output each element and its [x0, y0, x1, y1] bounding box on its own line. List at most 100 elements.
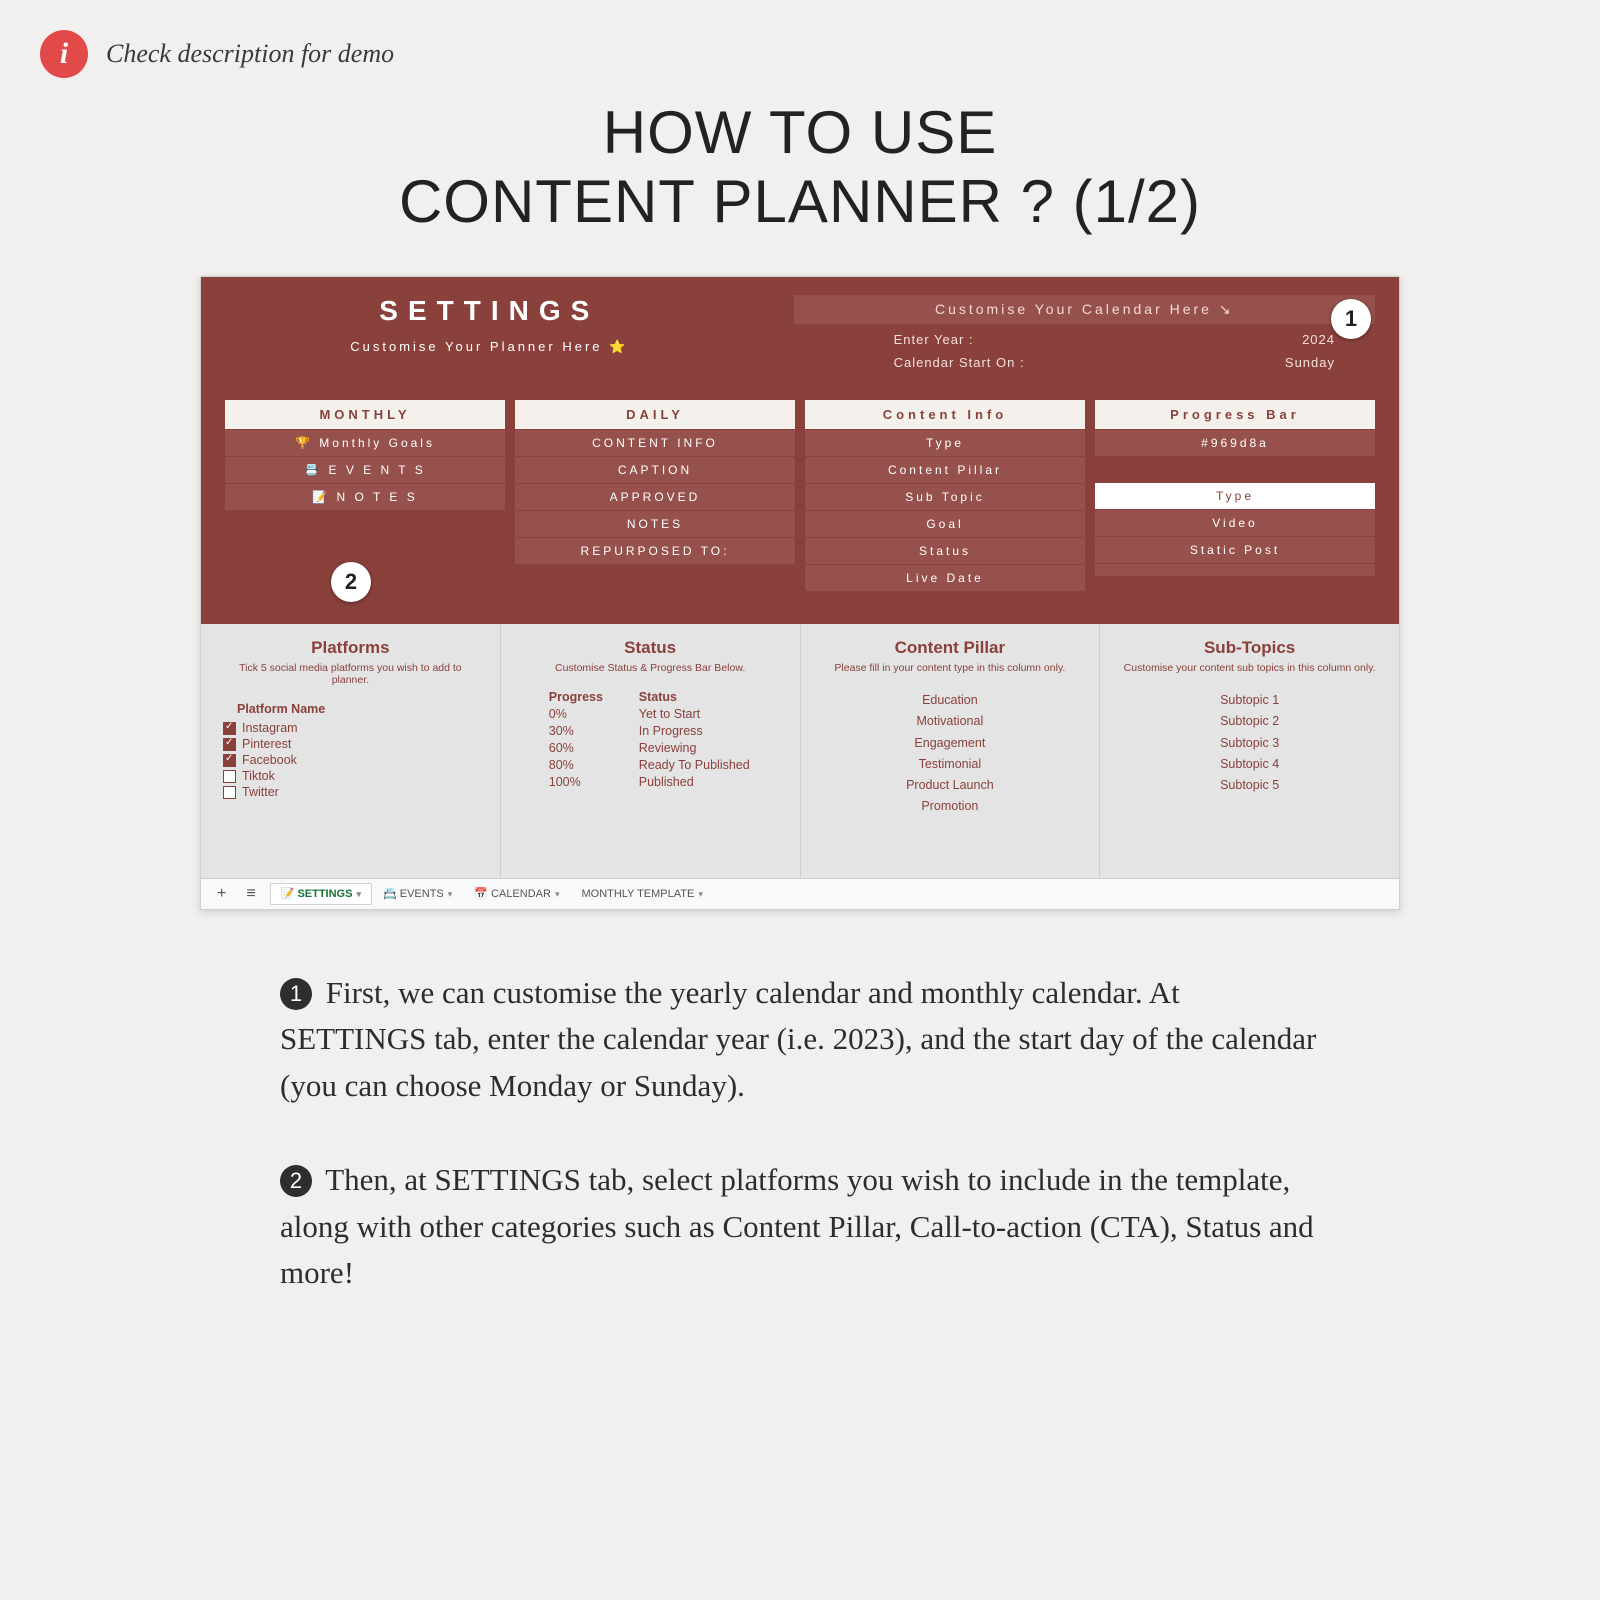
- spreadsheet-preview: SETTINGS Customise Your Planner Here ⭐ C…: [200, 276, 1400, 910]
- step-2-text: Then, at SETTINGS tab, select platforms …: [280, 1162, 1314, 1290]
- events-cell[interactable]: 📇 E V E N T S: [225, 457, 505, 484]
- info-icon: i: [40, 30, 88, 78]
- sheet-tab[interactable]: 📇 EVENTS▾: [372, 883, 463, 905]
- enter-year-label: Enter Year :: [894, 332, 974, 347]
- daily-repurposed[interactable]: REPURPOSED TO:: [515, 538, 795, 565]
- daily-approved[interactable]: APPROVED: [515, 484, 795, 511]
- checkbox-icon[interactable]: [223, 786, 236, 799]
- status-value: Published: [639, 775, 782, 789]
- platforms-column: Platforms Tick 5 social media platforms …: [201, 624, 501, 878]
- daily-caption[interactable]: CAPTION: [515, 457, 795, 484]
- pillar-item: Testimonial: [819, 754, 1082, 775]
- platform-row[interactable]: Pinterest: [223, 736, 482, 752]
- add-sheet-button[interactable]: +: [211, 885, 232, 903]
- calendar-year-row[interactable]: Enter Year : 2024: [794, 328, 1375, 351]
- pillar-item: Motivational: [819, 711, 1082, 732]
- status-value: Reviewing: [639, 741, 782, 755]
- platform-name: Instagram: [242, 721, 298, 735]
- chevron-down-icon: ▾: [448, 889, 453, 899]
- page-title: HOW TO USE CONTENT PLANNER ? (1/2): [40, 98, 1560, 236]
- checkbox-icon[interactable]: [223, 738, 236, 751]
- checkbox-icon[interactable]: [223, 770, 236, 783]
- content-pillar-column: Content Pillar Please fill in your conte…: [801, 624, 1101, 878]
- calendar-start-value: Sunday: [1285, 355, 1335, 370]
- subtopics-title: Sub-Topics: [1118, 638, 1381, 658]
- platform-name-head: Platform Name: [237, 702, 482, 716]
- status-value: Yet to Start: [639, 707, 782, 721]
- all-sheets-button[interactable]: ≡: [240, 885, 261, 903]
- platform-row[interactable]: Twitter: [223, 784, 482, 800]
- subtopic-item: Subtopic 5: [1118, 775, 1381, 796]
- chevron-down-icon: ▾: [356, 889, 361, 899]
- progress-col-head: Progress: [549, 690, 619, 704]
- lower-settings-grid: Platforms Tick 5 social media platforms …: [201, 624, 1399, 878]
- platforms-title: Platforms: [219, 638, 482, 658]
- daily-notes[interactable]: NOTES: [515, 511, 795, 538]
- progress-value: 0%: [549, 707, 619, 721]
- info-type[interactable]: Type: [805, 430, 1085, 457]
- calendar-start-row[interactable]: Calendar Start On : Sunday: [794, 351, 1375, 374]
- daily-content-info[interactable]: CONTENT INFO: [515, 430, 795, 457]
- progress-color-code[interactable]: #969d8a: [1095, 430, 1375, 457]
- pillar-item: Engagement: [819, 733, 1082, 754]
- pillar-item: Promotion: [819, 796, 1082, 817]
- status-sub: Customise Status & Progress Bar Below.: [519, 662, 782, 674]
- info-goal[interactable]: Goal: [805, 511, 1085, 538]
- subtopics-sub: Customise your content sub topics in thi…: [1118, 662, 1381, 674]
- monthly-goals-cell[interactable]: 🏆 Monthly Goals: [225, 430, 505, 457]
- calendar-customise-header: Customise Your Calendar Here ↘: [794, 295, 1375, 324]
- status-value: In Progress: [639, 724, 782, 738]
- sheet-tabs-bar: + ≡ 📝 SETTINGS▾📇 EVENTS▾📅 CALENDAR▾MONTH…: [201, 878, 1399, 909]
- sheet-header: SETTINGS Customise Your Planner Here ⭐ C…: [201, 277, 1399, 624]
- status-column: Status Customise Status & Progress Bar B…: [501, 624, 801, 878]
- progress-video[interactable]: Video: [1095, 510, 1375, 537]
- platform-name: Twitter: [242, 785, 279, 799]
- pillar-sub: Please fill in your content type in this…: [819, 662, 1082, 674]
- platforms-sub: Tick 5 social media platforms you wish t…: [219, 662, 482, 686]
- instructions: 1 First, we can customise the yearly cal…: [280, 970, 1320, 1297]
- progress-type-head: Type: [1095, 483, 1375, 510]
- platform-row[interactable]: Facebook: [223, 752, 482, 768]
- top-info-text: Check description for demo: [106, 39, 394, 69]
- subtopic-item: Subtopic 4: [1118, 754, 1381, 775]
- monthly-column: MONTHLY 🏆 Monthly Goals 📇 E V E N T S 📝 …: [225, 400, 505, 592]
- platform-name: Pinterest: [242, 737, 291, 751]
- checkbox-icon[interactable]: [223, 754, 236, 767]
- settings-subtitle: Customise Your Planner Here ⭐: [225, 339, 754, 355]
- pillar-item: Education: [819, 690, 1082, 711]
- pillar-item: Product Launch: [819, 775, 1082, 796]
- settings-columns: MONTHLY 🏆 Monthly Goals 📇 E V E N T S 📝 …: [225, 400, 1375, 592]
- instruction-step-2: 2 Then, at SETTINGS tab, select platform…: [280, 1157, 1320, 1297]
- subtopic-item: Subtopic 3: [1118, 733, 1381, 754]
- progress-value: 60%: [549, 741, 619, 755]
- platform-row[interactable]: Tiktok: [223, 768, 482, 784]
- sheet-tab[interactable]: MONTHLY TEMPLATE▾: [570, 883, 713, 905]
- daily-head: DAILY: [515, 400, 795, 430]
- callout-badge-2: 2: [331, 562, 371, 602]
- monthly-head: MONTHLY: [225, 400, 505, 430]
- chevron-down-icon: ▾: [555, 889, 560, 899]
- subtopics-column: Sub-Topics Customise your content sub to…: [1100, 624, 1399, 878]
- notes-cell[interactable]: 📝 N O T E S: [225, 484, 505, 511]
- platform-name: Tiktok: [242, 769, 275, 783]
- step-2-number: 2: [280, 1165, 312, 1197]
- progress-head: Progress Bar: [1095, 400, 1375, 430]
- progress-value: 30%: [549, 724, 619, 738]
- instruction-step-1: 1 First, we can customise the yearly cal…: [280, 970, 1320, 1110]
- platform-name: Facebook: [242, 753, 297, 767]
- progress-static[interactable]: Static Post: [1095, 537, 1375, 564]
- step-1-number: 1: [280, 978, 312, 1010]
- sheet-tab[interactable]: 📅 CALENDAR▾: [463, 883, 570, 905]
- platform-row[interactable]: Instagram: [223, 720, 482, 736]
- progress-value: 80%: [549, 758, 619, 772]
- progress-column: Progress Bar #969d8a Type Video Static P…: [1095, 400, 1375, 592]
- info-livedate[interactable]: Live Date: [805, 565, 1085, 592]
- callout-badge-1: 1: [1331, 299, 1371, 339]
- checkbox-icon[interactable]: [223, 722, 236, 735]
- info-pillar[interactable]: Content Pillar: [805, 457, 1085, 484]
- progress-value: 100%: [549, 775, 619, 789]
- sheet-tab[interactable]: 📝 SETTINGS▾: [270, 883, 372, 905]
- info-subtopic[interactable]: Sub Topic: [805, 484, 1085, 511]
- progress-empty[interactable]: [1095, 564, 1375, 577]
- info-status[interactable]: Status: [805, 538, 1085, 565]
